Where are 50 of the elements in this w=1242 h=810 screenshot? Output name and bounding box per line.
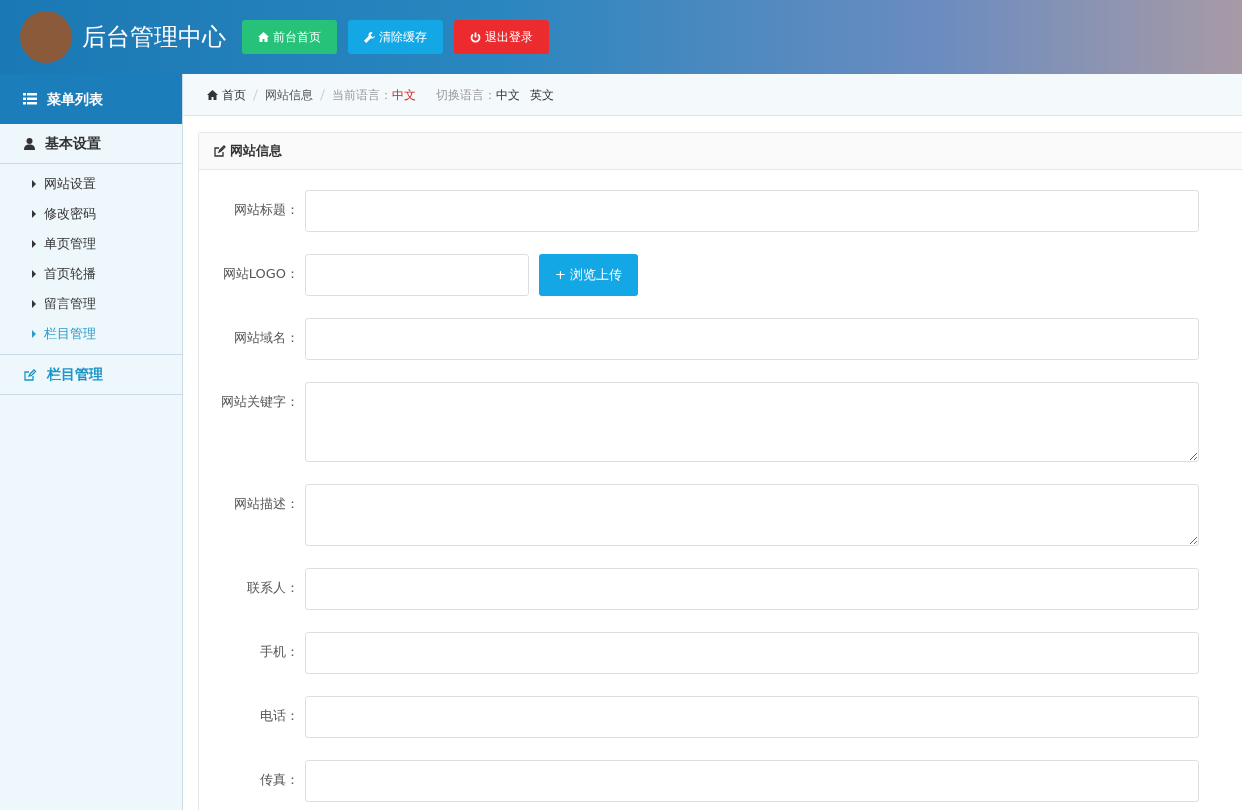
edit-icon [24,368,37,381]
breadcrumb-link[interactable]: 网站信息 [265,85,313,104]
sidebar-item[interactable]: 留言管理 [0,289,182,319]
field-label: 手机： [259,643,300,661]
field-label: 网站标题： [233,201,300,219]
text-field[interactable] [305,760,1199,802]
field-label: 网站LOGO： [221,265,300,283]
user-icon [24,137,35,150]
list-icon [23,93,37,105]
home-icon [207,89,218,100]
breadcrumb-link[interactable]: 首页 [207,85,246,104]
sidebar-group[interactable]: 基本设置 [0,124,182,164]
text-field[interactable] [305,190,1199,232]
field-label: 网站域名： [233,329,300,347]
caret-icon [32,210,36,218]
switch-language-label: 切换语言： [436,86,496,104]
field-label: 网站描述： [233,495,300,513]
edit-icon [214,145,226,157]
sidebar-item[interactable]: 首页轮播 [0,259,182,289]
app-title: 后台管理中心 [82,22,226,53]
sidebar-item[interactable]: 修改密码 [0,199,182,229]
field-label: 联系人： [246,579,300,597]
power-icon [470,31,481,43]
text-field[interactable] [305,632,1199,674]
field-label: 电话： [259,707,300,725]
text-area[interactable] [305,484,1199,546]
wrench-icon [364,31,375,43]
home-icon [258,32,269,42]
sidebar-item[interactable]: 网站设置 [0,169,182,199]
sidebar-item[interactable]: 单页管理 [0,229,182,259]
logo-field[interactable] [305,254,529,296]
language-label: 当前语言： [332,86,392,104]
text-area[interactable] [305,382,1199,462]
caret-icon [32,240,36,248]
sidebar-heading: 菜单列表 [0,74,182,124]
text-field[interactable] [305,568,1199,610]
caret-icon [32,300,36,308]
panel-title: 网站信息 [230,142,282,161]
caret-icon [32,180,36,188]
current-language: 中文 [392,86,416,104]
text-field[interactable] [305,318,1199,360]
language-link[interactable]: 英文 [530,85,554,104]
caret-icon [32,270,36,278]
header-button[interactable]: 退出登录 [454,20,549,54]
language-link[interactable]: 中文 [496,85,520,104]
avatar-image [20,11,72,63]
field-label: 网站关键字： [220,393,300,411]
field-label: 传真： [259,771,300,789]
caret-icon [32,330,36,338]
text-field[interactable] [305,696,1199,738]
